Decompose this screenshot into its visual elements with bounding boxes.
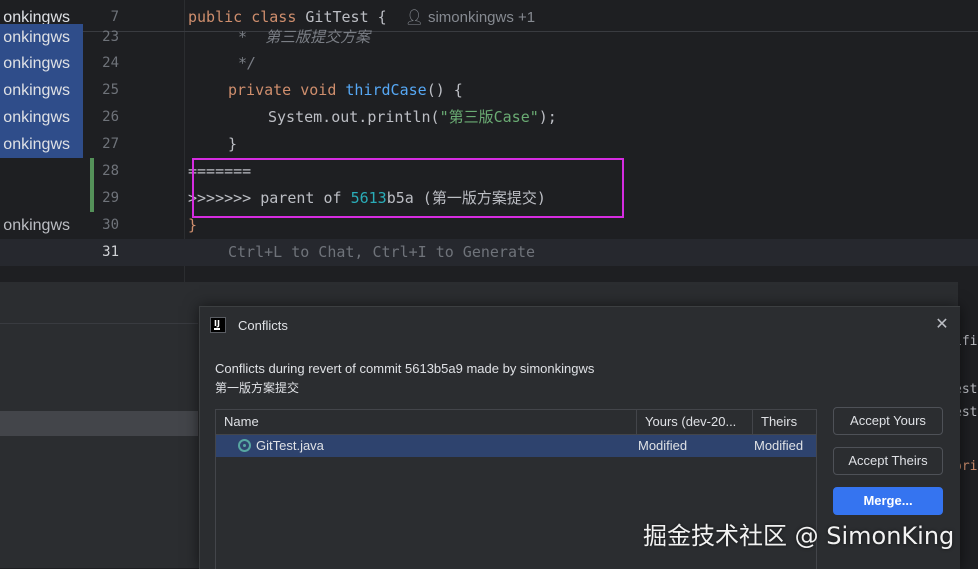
code-line[interactable]: onkingws 25 private void thirdCase() { bbox=[0, 77, 978, 104]
code-text: */ bbox=[238, 54, 257, 72]
ai-hint-text: Ctrl+L to Chat, Ctrl+I to Generate bbox=[228, 243, 536, 261]
column-header-theirs[interactable]: Theirs bbox=[752, 410, 818, 434]
accept-yours-button[interactable]: Accept Yours bbox=[833, 407, 943, 435]
strip-text: est bbox=[958, 405, 978, 420]
code-text: * 第三版提交方案 bbox=[238, 28, 371, 46]
code-line[interactable]: onkingws 26 System.out.println("第三版Case"… bbox=[0, 104, 978, 131]
blame-annotation[interactable]: onkingws bbox=[0, 131, 83, 158]
line-number: 28 bbox=[102, 163, 119, 179]
line-number: 23 bbox=[102, 29, 119, 45]
modified-file-icon bbox=[238, 439, 251, 452]
line-number: 24 bbox=[102, 55, 119, 71]
table-header: Name Yours (dev-20... Theirs bbox=[216, 410, 816, 435]
line-number: 27 bbox=[102, 136, 119, 152]
table-row[interactable]: GitTest.java Modified Modified bbox=[216, 435, 816, 457]
strip-text: ified bbox=[958, 334, 978, 349]
code-text: private void thirdCase() { bbox=[228, 81, 463, 99]
theirs-status: Modified bbox=[754, 438, 804, 453]
blame-annotation[interactable]: onkingws bbox=[0, 77, 83, 104]
code-text: } bbox=[228, 135, 238, 153]
highlight-annotation-box bbox=[192, 158, 624, 218]
column-header-name[interactable]: Name bbox=[216, 410, 636, 434]
close-icon[interactable]: ✕ bbox=[934, 316, 950, 332]
blame-annotation[interactable]: onkingws bbox=[0, 50, 83, 77]
line-number: 31 bbox=[102, 244, 119, 260]
code-line[interactable]: onkingws 27 } bbox=[0, 131, 978, 158]
conflict-message: Conflicts during revert of commit 5613b5… bbox=[215, 361, 595, 376]
line-number: 26 bbox=[102, 109, 119, 125]
panel-divider bbox=[0, 323, 198, 324]
selected-list-row[interactable] bbox=[0, 411, 198, 436]
line-number: 25 bbox=[102, 82, 119, 98]
blame-annotation[interactable]: onkingws bbox=[0, 24, 83, 51]
file-name: GitTest.java bbox=[256, 438, 324, 453]
code-line[interactable]: onkingws 23 * 第三版提交方案 bbox=[0, 24, 978, 51]
code-text: System.out.println("第三版Case"); bbox=[268, 108, 557, 126]
yours-status: Modified bbox=[638, 438, 688, 453]
blame-annotation[interactable]: onkingws bbox=[0, 212, 83, 239]
line-number: 30 bbox=[102, 217, 119, 233]
column-header-yours[interactable]: Yours (dev-20... bbox=[636, 410, 752, 434]
strip-text: est.j bbox=[958, 382, 978, 397]
code-line-current[interactable]: 31 Ctrl+L to Chat, Ctrl+I to Generate bbox=[0, 239, 978, 266]
background-editor-strip: ified est.j est ori bbox=[958, 282, 978, 568]
blame-annotation[interactable]: onkingws bbox=[0, 104, 83, 131]
line-number: 29 bbox=[102, 190, 119, 206]
commit-message: 第一版方案提交 bbox=[215, 381, 300, 395]
code-editor[interactable]: onkingws 7 public class GitTest { 👤︎ sim… bbox=[0, 0, 978, 282]
code-line[interactable]: onkingws 24 */ bbox=[0, 50, 978, 77]
merge-button[interactable]: Merge... bbox=[833, 487, 943, 515]
strip-text: ori bbox=[958, 459, 978, 474]
watermark: 掘金技术社区 @ SimonKing bbox=[643, 522, 955, 550]
intellij-logo-icon: IJ bbox=[210, 317, 226, 333]
dialog-title: Conflicts bbox=[238, 318, 288, 333]
accept-theirs-button[interactable]: Accept Theirs bbox=[833, 447, 943, 475]
